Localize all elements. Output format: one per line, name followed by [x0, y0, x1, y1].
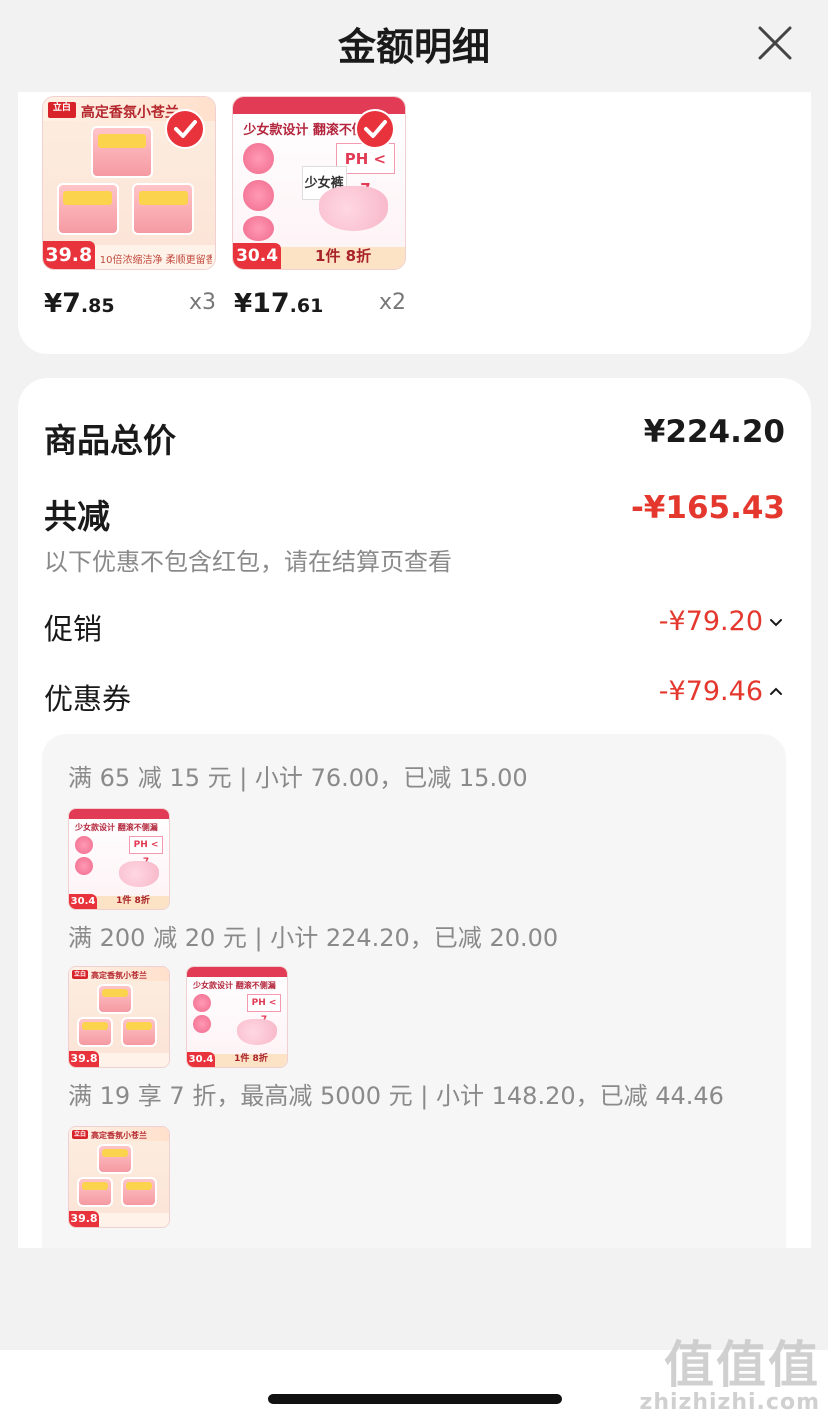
brand-label: 立白 — [48, 102, 76, 118]
promo-label: 促销 — [44, 612, 103, 646]
products-card: 立白 高定香氛小苍兰 39.8 10倍浓缩洁净 柔顺更留香 ¥7.85 x3 少… — [18, 92, 811, 354]
product-thumbnail[interactable]: 立白 高定香氛小苍兰 39.8 10倍浓缩洁净 柔顺更留香 — [42, 96, 216, 270]
coupon-value: -¥79.46 — [658, 676, 763, 707]
product-price: ¥7.85 — [44, 288, 115, 319]
discount-label: 1件 8折 — [315, 247, 372, 266]
note-row: 以下优惠不包含红包，请在结算页查看 — [44, 542, 785, 576]
coupon-product-thumbnail: 少女款设计 翻滚不侧漏 PH < 7 30.4 1件 8折 — [186, 966, 288, 1068]
watermark-logo: 值值值 zhizhizhi.com — [639, 1336, 820, 1415]
discount-note: 以下优惠不包含红包，请在结算页查看 — [44, 548, 452, 576]
total-value: ¥224.20 — [643, 414, 785, 450]
sheet-header: 金额明细 — [0, 0, 828, 92]
check-icon[interactable] — [355, 109, 395, 149]
product-item[interactable]: 立白 高定香氛小苍兰 39.8 10倍浓缩洁净 柔顺更留香 ¥7.85 x3 — [42, 96, 216, 330]
check-icon[interactable] — [165, 109, 205, 149]
product-thumbnail[interactable]: 少女款设计 翻滚不侧漏 PH < 7 少女裤 30.4 1件 8折 — [232, 96, 406, 270]
coupon-label: 优惠券 — [44, 682, 132, 716]
product-quantity: x3 — [188, 290, 216, 315]
reduce-label: 共减 — [44, 497, 110, 536]
coupon-row[interactable]: 优惠券 -¥79.46 — [44, 676, 785, 716]
coupon-product-thumbnail: 立白 高定香氛小苍兰 39.8 — [68, 966, 170, 1068]
promo-value: -¥79.20 — [658, 606, 763, 637]
total-row: 商品总价 ¥224.20 — [44, 414, 785, 460]
coupon-value-toggle[interactable]: -¥79.46 — [659, 676, 785, 707]
product-quantity: x2 — [378, 290, 406, 315]
coupon-product-thumbnail: 立白 高定香氛小苍兰 39.8 — [68, 1126, 170, 1228]
product-price: ¥17.61 — [234, 288, 324, 319]
coupon-detail-panel: 满 65 减 15 元 | 小计 76.00，已减 15.00 少女款设计 翻滚… — [42, 734, 786, 1248]
close-icon[interactable] — [756, 24, 794, 62]
reduce-row: 共减 -¥165.43 — [44, 490, 785, 536]
price-tag: 39.8 — [43, 241, 95, 269]
total-label: 商品总价 — [44, 421, 176, 460]
coupon-product-thumbnail: 少女款设计 翻滚不侧漏 PH < 7 30.4 1件 8折 — [68, 808, 170, 910]
coupon-rule: 满 19 享 7 折，最高减 5000 元 | 小计 148.20，已减 44.… — [68, 1082, 724, 1110]
sheet-title: 金额明细 — [337, 25, 490, 69]
promo-value-toggle[interactable]: -¥79.20 — [659, 606, 785, 637]
coupon-rule: 满 200 减 20 元 | 小计 224.20，已减 20.00 — [68, 924, 559, 952]
reduce-value: -¥165.43 — [630, 490, 785, 526]
product-slogan: 10倍浓缩洁净 柔顺更留香 — [99, 254, 212, 266]
home-indicator[interactable] — [268, 1394, 562, 1404]
chevron-down-icon[interactable] — [767, 613, 785, 631]
price-tag: 30.4 — [233, 243, 282, 269]
price-summary-card: 商品总价 ¥224.20 共减 -¥165.43 以下优惠不包含红包，请在结算页… — [18, 378, 811, 1248]
chevron-up-icon[interactable] — [767, 683, 785, 701]
product-item[interactable]: 少女款设计 翻滚不侧漏 PH < 7 少女裤 30.4 1件 8折 ¥17.61… — [232, 96, 406, 330]
coupon-rule: 满 65 减 15 元 | 小计 76.00，已减 15.00 — [68, 764, 528, 792]
promo-row[interactable]: 促销 -¥79.20 — [44, 606, 785, 646]
